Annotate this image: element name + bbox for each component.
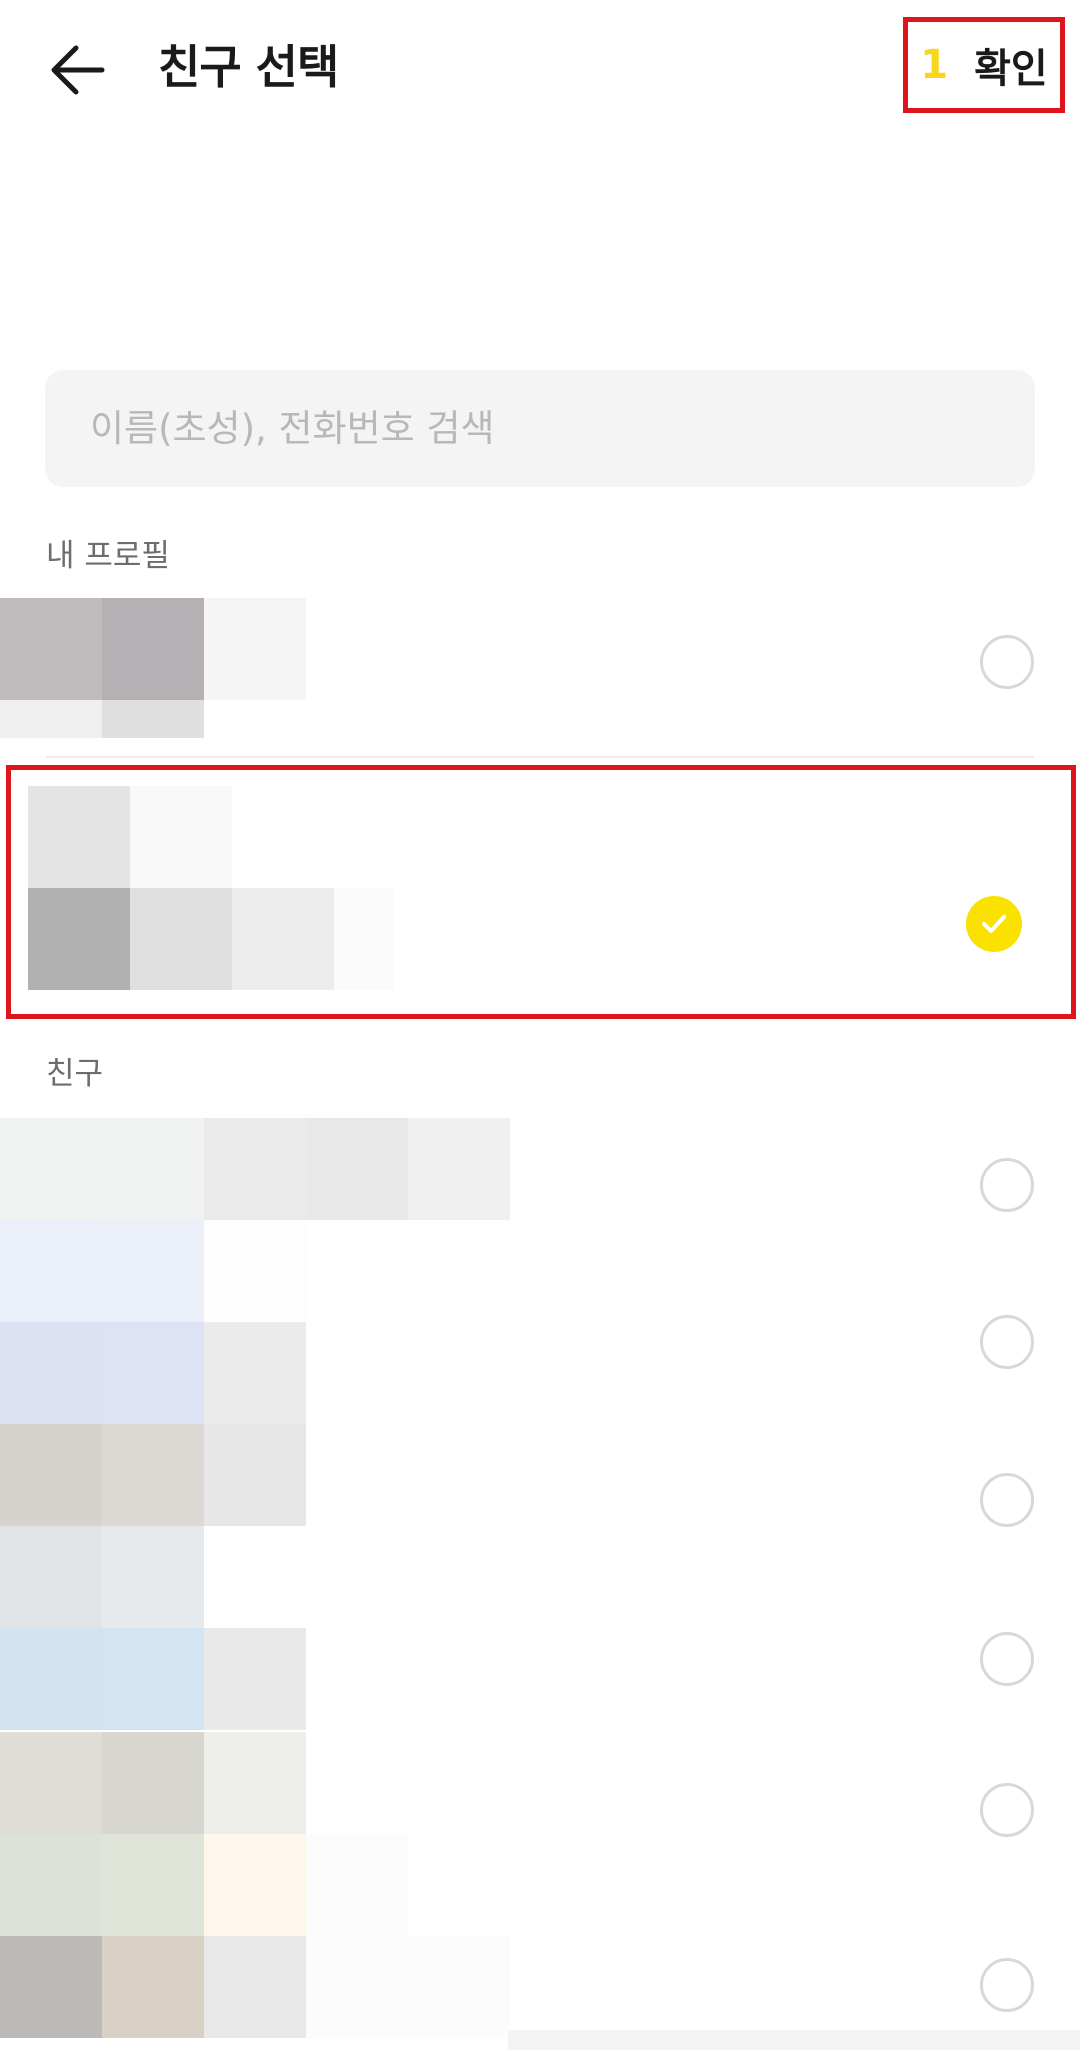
confirm-button[interactable]: 1 확인 bbox=[903, 17, 1065, 113]
list-item[interactable] bbox=[0, 1220, 1080, 1424]
confirm-label: 확인 bbox=[974, 46, 1048, 92]
divider bbox=[46, 756, 1034, 758]
list-item[interactable] bbox=[0, 1732, 1080, 1936]
list-item[interactable] bbox=[0, 1526, 1080, 1730]
section-header-my-profile: 내 프로필 bbox=[46, 538, 170, 574]
friend-radio[interactable] bbox=[980, 1473, 1034, 1527]
list-item[interactable] bbox=[0, 1936, 1080, 2038]
page-title: 친구 선택 bbox=[158, 40, 339, 94]
selection-highlight-frame bbox=[6, 765, 1076, 1019]
search-input[interactable] bbox=[45, 370, 1035, 487]
back-button[interactable] bbox=[40, 30, 120, 110]
section-header-friends: 친구 bbox=[46, 1056, 104, 1092]
my-profile-radio[interactable] bbox=[980, 635, 1034, 689]
friend-radio[interactable] bbox=[980, 1783, 1034, 1837]
bottom-scroll-edge bbox=[508, 2030, 1080, 2050]
friend-radio[interactable] bbox=[980, 1958, 1034, 2012]
my-profile-row[interactable] bbox=[0, 598, 1080, 746]
friend-radio[interactable] bbox=[980, 1632, 1034, 1686]
friend-radio[interactable] bbox=[980, 1315, 1034, 1369]
selected-count-badge: 1 bbox=[920, 42, 949, 88]
friend-radio[interactable] bbox=[980, 1158, 1034, 1212]
arrow-left-icon bbox=[51, 45, 105, 95]
